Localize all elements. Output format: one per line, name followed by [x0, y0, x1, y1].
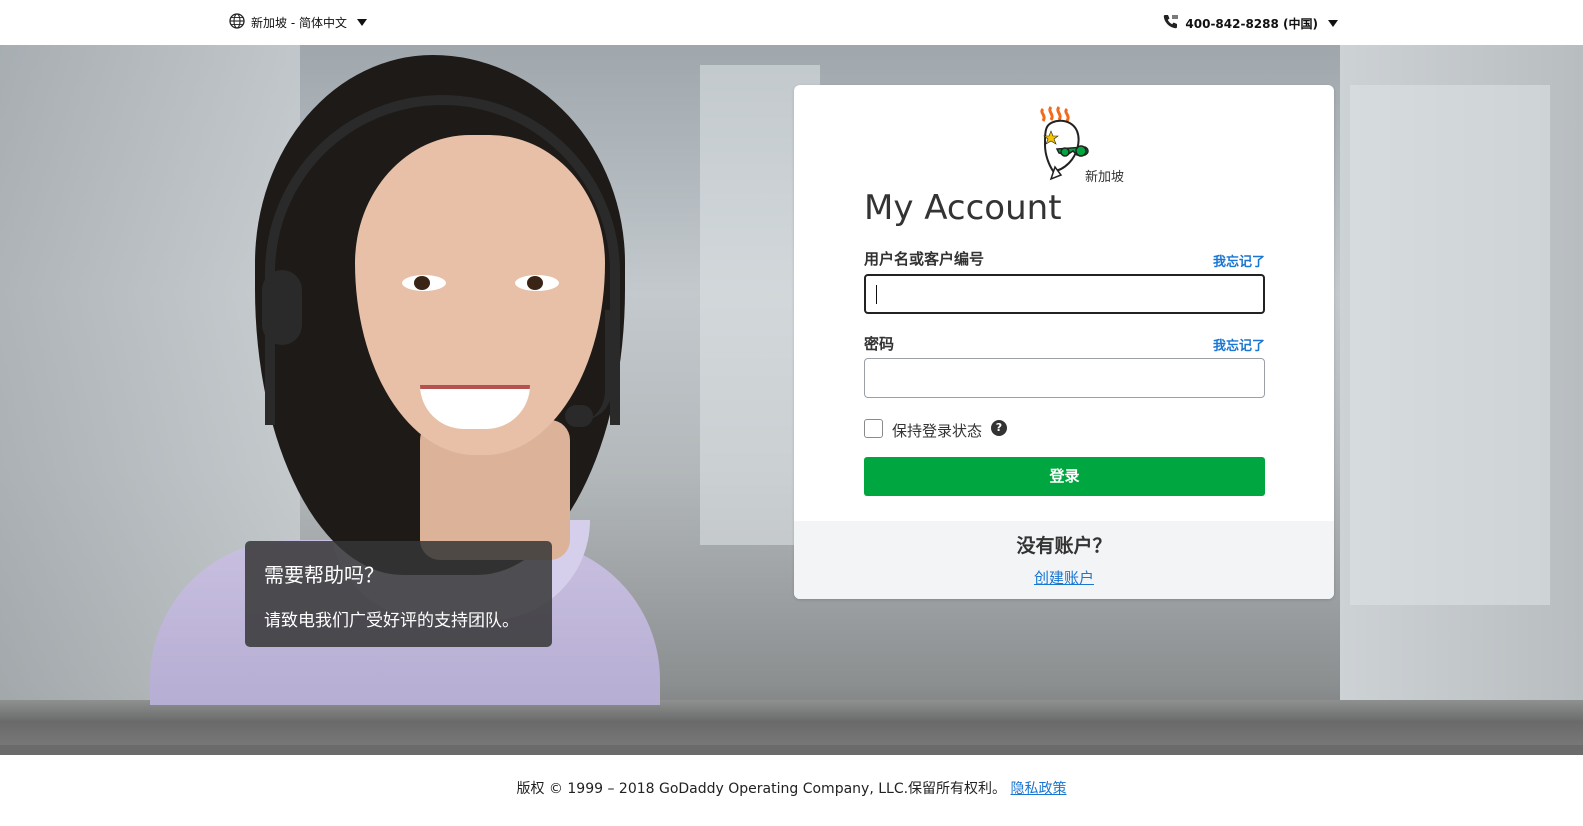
- help-callout: 需要帮助吗？ 请致电我们广受好评的支持团队。: [245, 541, 552, 647]
- create-account-link[interactable]: 创建账户: [794, 567, 1334, 588]
- remember-me-label[interactable]: 保持登录状态: [892, 420, 982, 441]
- phone-icon: [1162, 13, 1179, 33]
- text-cursor: [876, 285, 877, 304]
- help-text: 请致电我们广受好评的支持团队。: [264, 611, 519, 631]
- login-card: 新加坡 My Account 用户名或客户编号 我忘记了 密码 我忘记了 保持登…: [794, 85, 1334, 599]
- globe-icon: [229, 13, 245, 32]
- help-title: 需要帮助吗？: [264, 563, 384, 587]
- page-title: My Account: [864, 188, 1062, 228]
- top-bar: 新加坡 - 简体中文 400-842-8288 (中国): [0, 0, 1583, 45]
- signup-section: 没有账户？ 创建账户: [794, 521, 1334, 599]
- phone-label: 400-842-8288 (中国): [1185, 16, 1318, 31]
- username-label: 用户名或客户编号: [864, 250, 985, 268]
- no-account-text: 没有账户？: [1016, 535, 1112, 557]
- login-button[interactable]: 登录: [864, 457, 1265, 496]
- phone-selector[interactable]: 400-842-8288 (中国): [1162, 13, 1338, 33]
- password-input[interactable]: [864, 358, 1265, 398]
- forgot-password-link[interactable]: 我忘记了: [1213, 335, 1265, 354]
- caret-down-icon: [356, 19, 367, 26]
- question-circle-icon[interactable]: ?: [991, 420, 1007, 436]
- password-label: 密码: [864, 335, 895, 353]
- forgot-username-link[interactable]: 我忘记了: [1213, 251, 1265, 270]
- privacy-policy-link[interactable]: 隐私政策: [1011, 781, 1067, 797]
- remember-me-checkbox[interactable]: [864, 419, 883, 438]
- username-input[interactable]: [864, 274, 1265, 314]
- locale-selector[interactable]: 新加坡 - 简体中文: [229, 13, 367, 32]
- page-footer: 版权 © 1999 – 2018 GoDaddy Operating Compa…: [0, 778, 1583, 798]
- copyright-text: 版权 © 1999 – 2018 GoDaddy Operating Compa…: [516, 781, 1007, 797]
- logo-region-label: 新加坡: [1085, 170, 1125, 185]
- caret-down-icon: [1328, 19, 1338, 27]
- locale-label: 新加坡 - 简体中文: [251, 16, 347, 30]
